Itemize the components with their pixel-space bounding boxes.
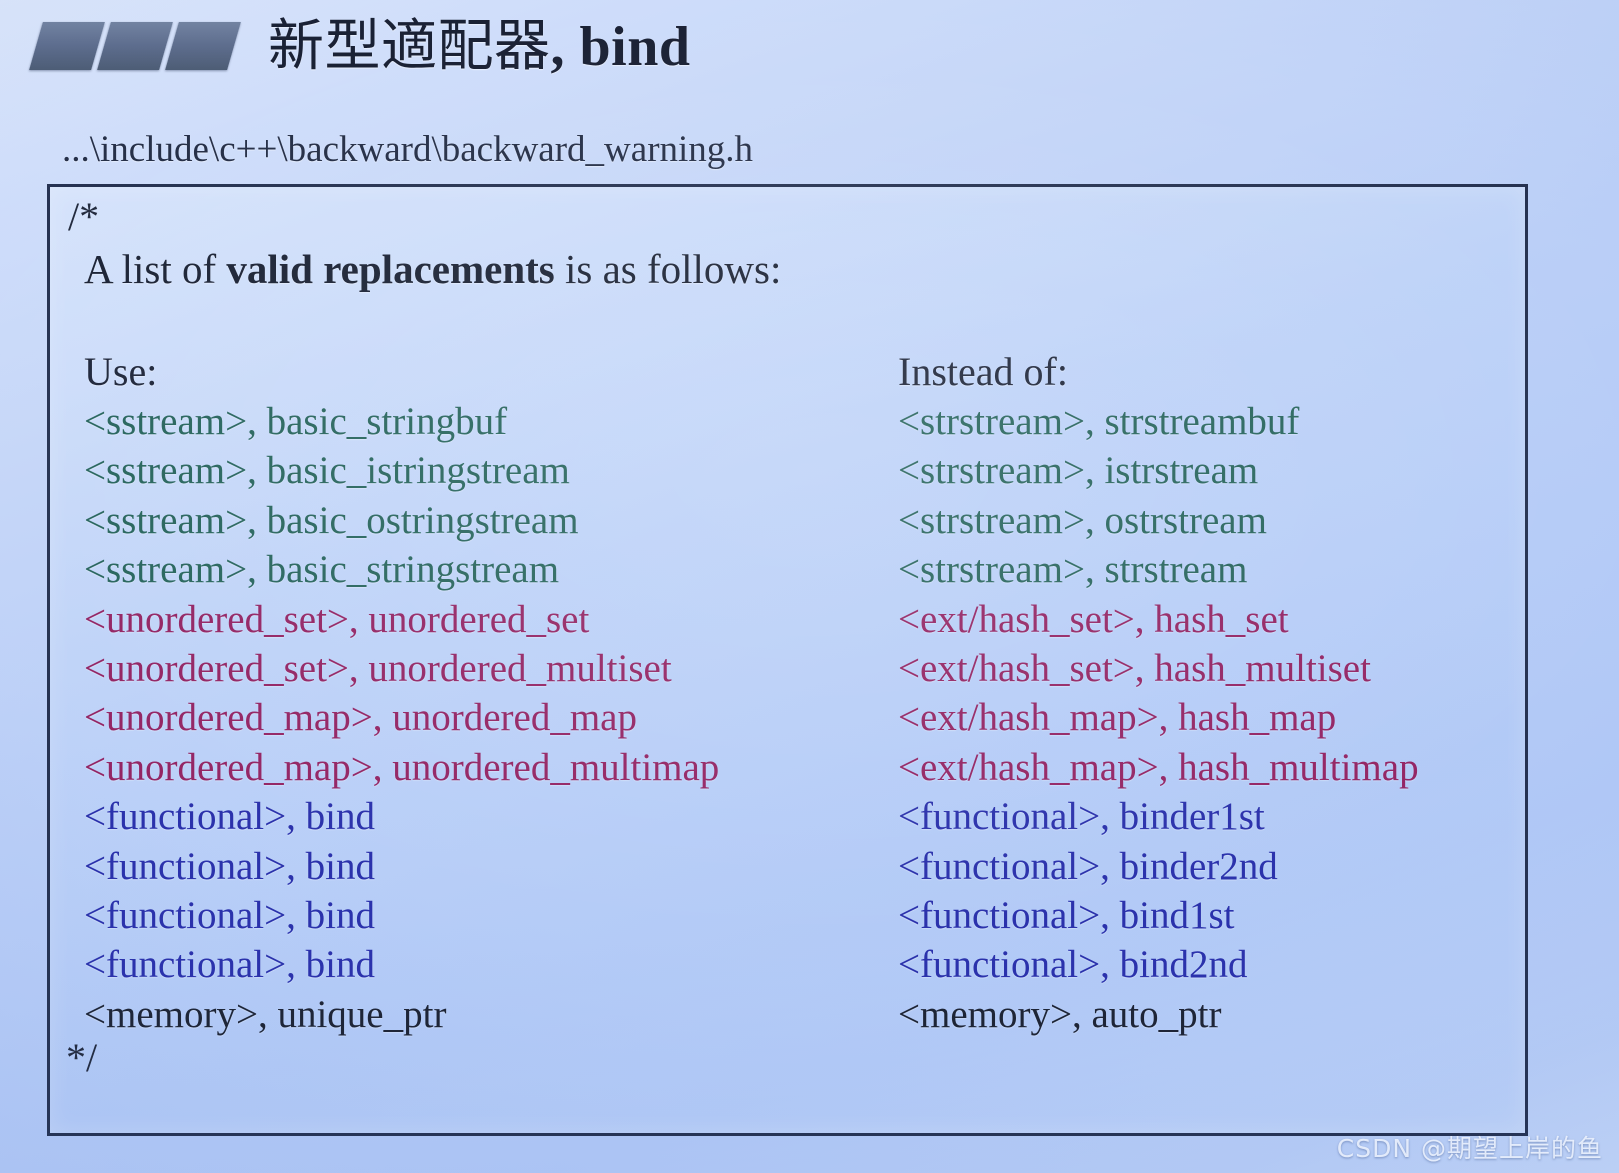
- replacement-row-instead: <ext/hash_map>, hash_map: [898, 696, 1337, 740]
- replacement-row-use: <unordered_set>, unordered_set: [84, 597, 590, 641]
- intro-suffix: is as follows:: [554, 246, 782, 292]
- parallelogram-blocks-icon: [28, 22, 241, 74]
- instead-of-column-rows: <strstream>, strstreambuf <strstream>, is…: [898, 397, 1518, 1039]
- intro-sentence: A list of valid replacements is as follo…: [84, 241, 781, 297]
- parallelogram-block-2: [97, 22, 173, 70]
- page-title-cjk: 新型適配器: [268, 14, 551, 79]
- intro-emphasis: valid replacements: [226, 246, 555, 292]
- use-column: Use: <sstream>, basic_stringbuf <sstream>…: [84, 347, 884, 1039]
- replacement-row-instead: <functional>, binder2nd: [898, 844, 1278, 888]
- replacement-row-instead: <functional>, binder1st: [898, 795, 1265, 839]
- replacement-row-use: <unordered_map>, unordered_multimap: [84, 745, 720, 789]
- replacement-row-instead: <memory>, auto_ptr: [898, 992, 1222, 1036]
- csdn-watermark: CSDN @期望上岸的鱼: [1336, 1134, 1603, 1163]
- replacement-row-use: <unordered_set>, unordered_multiset: [84, 647, 672, 691]
- replacement-row-use: <sstream>, basic_stringbuf: [84, 400, 508, 443]
- replacement-row-instead: <functional>, bind1st: [898, 894, 1235, 938]
- replacement-row-use: <sstream>, basic_stringstream: [84, 548, 560, 592]
- comment-block-container: /* A list of valid replacements is as fo…: [47, 184, 1528, 1136]
- file-path-label: ...\include\c++\backward\backward_warnin…: [62, 129, 754, 170]
- replacement-row-use: <memory>, unique_ptr: [84, 992, 447, 1036]
- replacement-row-use: <functional>, bind: [84, 943, 375, 987]
- replacement-row-instead: <strstream>, ostrstream: [898, 498, 1267, 542]
- replacement-row-instead: <ext/hash_set>, hash_set: [898, 597, 1289, 641]
- replacement-row-instead: <ext/hash_map>, hash_multimap: [898, 745, 1419, 789]
- parallelogram-block-1: [29, 22, 105, 70]
- comment-open-token: /*: [68, 194, 100, 239]
- replacement-row-use: <functional>, bind: [84, 795, 375, 839]
- replacement-row-use: <sstream>, basic_ostringstream: [84, 498, 579, 542]
- slide-header: 新型適配器, bind: [0, 0, 1619, 112]
- replacement-row-instead: <strstream>, istrstream: [898, 449, 1259, 493]
- use-column-header: Use:: [84, 349, 158, 394]
- replacement-row-instead: <strstream>, strstreambuf: [898, 400, 1300, 443]
- intro-prefix: A list of: [84, 246, 227, 292]
- replacement-row-instead: <ext/hash_set>, hash_multiset: [898, 647, 1371, 691]
- replacement-row-use: <unordered_map>, unordered_map: [84, 696, 637, 740]
- replacement-row-use: <sstream>, basic_istringstream: [84, 449, 570, 493]
- replacement-row-instead: <strstream>, strstream: [898, 548, 1248, 592]
- comment-close-token: */: [66, 1035, 98, 1080]
- page-title: 新型適配器, bind: [268, 11, 691, 83]
- page-title-latin: , bind: [550, 16, 691, 78]
- replacement-row-use: <functional>, bind: [84, 844, 375, 888]
- parallelogram-block-3: [165, 22, 241, 70]
- replacement-row-use: <functional>, bind: [84, 894, 375, 938]
- instead-of-column: Instead of: <strstream>, strstreambuf <st…: [898, 347, 1518, 1039]
- instead-of-column-header: Instead of:: [898, 349, 1068, 394]
- use-column-rows: <sstream>, basic_stringbuf <sstream>, bas…: [84, 397, 884, 1039]
- replacement-row-instead: <functional>, bind2nd: [898, 943, 1248, 987]
